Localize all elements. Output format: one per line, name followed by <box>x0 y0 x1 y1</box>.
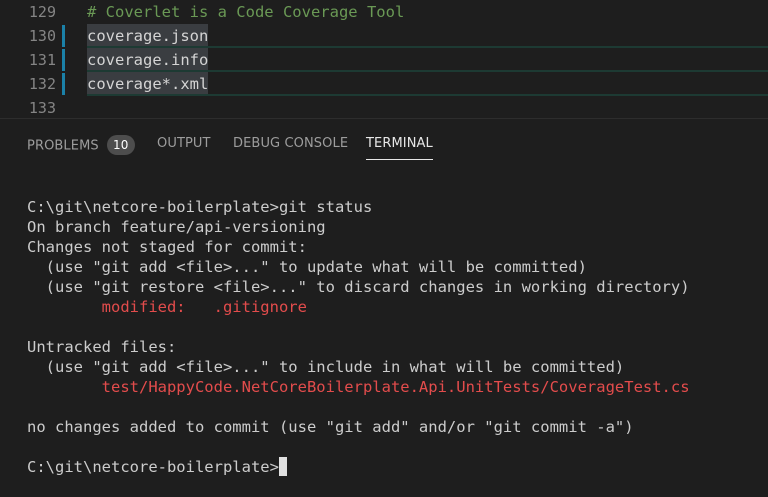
terminal-line-modified: modified: .gitignore <box>27 298 307 316</box>
terminal-line-untracked: test/HappyCode.NetCoreBoilerplate.Api.Un… <box>27 378 690 396</box>
line-number: 131 <box>28 51 56 69</box>
code-text[interactable]: coverage.json <box>87 24 209 48</box>
terminal-line: On branch feature/api-versioning <box>27 218 326 236</box>
tab-label: PROBLEMS <box>27 138 99 154</box>
tab-output[interactable]: OUTPUT <box>157 136 211 151</box>
editor-line[interactable]: 130 coverage.json <box>0 24 768 48</box>
code-comment[interactable]: # Coverlet is a Code Coverage Tool <box>87 0 404 24</box>
line-number: 133 <box>28 99 56 117</box>
terminal-cursor <box>278 457 287 476</box>
terminal-line: (use "git restore <file>..." to discard … <box>27 278 690 296</box>
bottom-panel: PROBLEMS 10 OUTPUT DEBUG CONSOLE TERMINAL… <box>0 118 768 497</box>
editor-line[interactable]: 132 coverage*.xml <box>0 72 768 96</box>
terminal-line: Untracked files: <box>27 338 177 356</box>
terminal-line: (use "git add <file>..." to update what … <box>27 258 587 276</box>
line-number: 129 <box>28 3 56 21</box>
gutter-modified-marker[interactable] <box>62 73 65 95</box>
tab-debug-console[interactable]: DEBUG CONSOLE <box>233 136 348 151</box>
gutter-modified-marker[interactable] <box>62 49 65 71</box>
code-text[interactable]: coverage*.xml <box>87 72 209 96</box>
terminal-line: Changes not staged for commit: <box>27 238 307 256</box>
editor-line[interactable]: 133 <box>0 96 768 120</box>
code-text[interactable]: coverage.info <box>87 48 209 72</box>
terminal-line: C:\git\netcore-boilerplate>git status <box>27 198 373 216</box>
problems-count-badge: 10 <box>106 135 135 155</box>
line-number: 132 <box>28 75 56 93</box>
tab-problems[interactable]: PROBLEMS 10 <box>27 135 135 156</box>
terminal-line: (use "git add <file>..." to include in w… <box>27 358 625 376</box>
tab-terminal[interactable]: TERMINAL <box>366 136 433 160</box>
code-editor[interactable]: 129 # Coverlet is a Code Coverage Tool 1… <box>0 0 768 118</box>
terminal-prompt: C:\git\netcore-boilerplate> <box>27 458 279 476</box>
gutter-modified-marker[interactable] <box>62 25 65 47</box>
terminal-line: no changes added to commit (use "git add… <box>27 418 634 436</box>
terminal-prompt-line[interactable]: C:\git\netcore-boilerplate> <box>27 457 768 477</box>
panel-tab-bar: PROBLEMS 10 OUTPUT DEBUG CONSOLE TERMINAL <box>0 119 768 169</box>
editor-line[interactable]: 131 coverage.info <box>0 48 768 72</box>
terminal-output[interactable]: C:\git\netcore-boilerplate>git status On… <box>27 197 768 477</box>
editor-line[interactable]: 129 # Coverlet is a Code Coverage Tool <box>0 0 768 24</box>
line-number: 130 <box>28 27 56 45</box>
